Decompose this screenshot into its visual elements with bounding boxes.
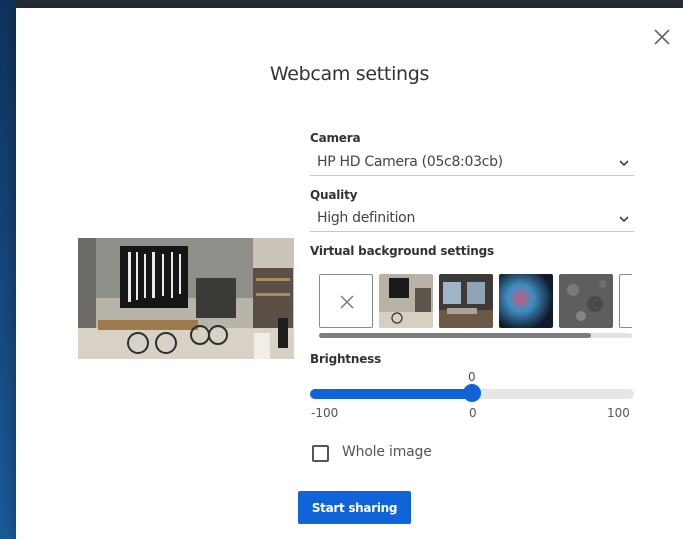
quality-select-value: High definition [317,210,416,226]
webcam-preview [78,238,294,359]
chevron-down-icon [619,160,629,167]
brightness-max-label: 100 [607,406,630,420]
background-blur-option[interactable] [499,274,553,328]
brightness-slider-fill [310,389,472,399]
background-texture-option[interactable] [559,274,613,328]
scrollbar-thumb[interactable] [319,333,592,338]
brightness-min-label: -100 [311,406,339,420]
background-none-option[interactable] [319,274,373,328]
brightness-slider-handle[interactable] [463,384,481,402]
webcam-settings-dialog: Webcam settings Camera HP HD Camera (05c… [16,8,683,539]
virtual-background-label: Virtual background settings [310,244,494,258]
whole-image-checkbox[interactable] [312,445,329,462]
camera-select[interactable]: HP HD Camera (05c8:03cb) [310,151,634,176]
camera-label: Camera [310,131,361,145]
background-white-option[interactable] [619,274,632,328]
close-icon [340,295,354,309]
brightness-value: 0 [468,370,476,384]
background-cafe-option[interactable] [379,274,433,328]
chevron-down-icon [619,216,629,223]
background-room-option[interactable] [439,274,493,328]
virtual-background-strip [319,274,632,338]
background-strip-scrollbar[interactable] [319,333,632,338]
quality-label: Quality [310,188,358,202]
quality-select[interactable]: High definition [310,207,634,232]
close-icon[interactable] [653,28,671,46]
brightness-mid-label: 0 [469,406,477,420]
dialog-title: Webcam settings [269,63,430,85]
brightness-label: Brightness [310,352,382,366]
start-sharing-button[interactable]: Start sharing [298,491,411,524]
camera-select-value: HP HD Camera (05c8:03cb) [317,154,503,170]
whole-image-label: Whole image [342,444,432,460]
